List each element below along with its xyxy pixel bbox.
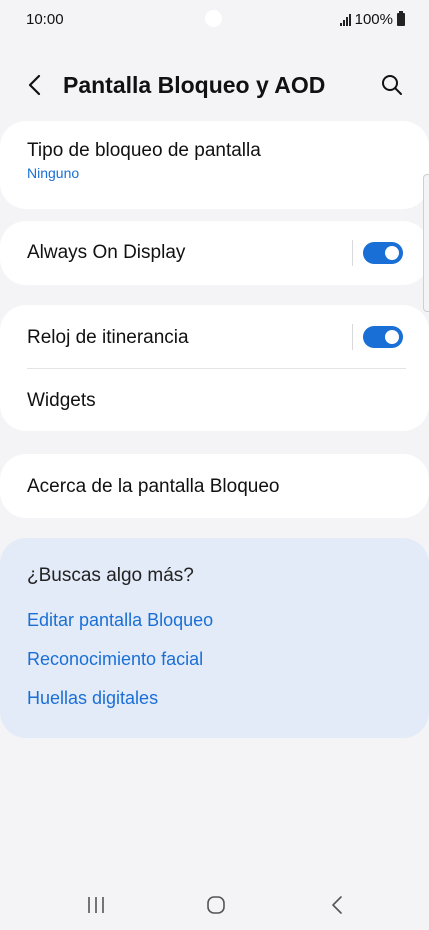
battery-icon xyxy=(397,11,405,26)
lock-type-row[interactable]: Tipo de bloqueo de pantalla Ninguno xyxy=(0,121,429,209)
aod-toggle[interactable] xyxy=(363,242,403,264)
clock-widgets-card: Reloj de itinerancia Widgets xyxy=(0,305,429,431)
link-edit-lock-screen[interactable]: Editar pantalla Bloqueo xyxy=(27,610,213,631)
aod-card: Always On Display xyxy=(0,221,429,285)
scrollbar-handle[interactable] xyxy=(423,174,429,312)
roaming-clock-divider xyxy=(352,324,353,350)
toggle-knob xyxy=(385,246,399,260)
suggestions-card: ¿Buscas algo más? Editar pantalla Bloque… xyxy=(0,538,429,738)
camera-cutout xyxy=(205,10,222,27)
about-title: Acerca de la pantalla Bloqueo xyxy=(27,476,280,497)
aod-divider xyxy=(352,240,353,266)
search-icon xyxy=(382,75,402,95)
suggestions-title: ¿Buscas algo más? xyxy=(27,565,194,586)
about-card: Acerca de la pantalla Bloqueo xyxy=(0,454,429,518)
roaming-clock-row[interactable]: Reloj de itinerancia xyxy=(0,305,429,369)
widgets-title: Widgets xyxy=(27,390,96,411)
battery-percentage: 100% xyxy=(354,11,393,28)
nav-back-button[interactable] xyxy=(317,890,357,920)
navigation-bar xyxy=(0,880,429,930)
home-button[interactable] xyxy=(196,890,236,920)
toggle-knob xyxy=(385,330,399,344)
lock-type-card: Tipo de bloqueo de pantalla Ninguno xyxy=(0,121,429,209)
aod-title: Always On Display xyxy=(27,242,186,263)
back-icon xyxy=(332,896,342,914)
page-title: Pantalla Bloqueo y AOD xyxy=(63,72,326,98)
widgets-row[interactable]: Widgets xyxy=(0,369,429,431)
home-icon xyxy=(207,896,225,914)
lock-type-value: Ninguno xyxy=(27,165,80,181)
chevron-left-icon xyxy=(28,74,41,96)
search-button[interactable] xyxy=(375,68,409,102)
link-face-recognition[interactable]: Reconocimiento facial xyxy=(27,649,203,670)
status-time: 10:00 xyxy=(26,11,64,28)
aod-row[interactable]: Always On Display xyxy=(0,221,429,285)
about-row[interactable]: Acerca de la pantalla Bloqueo xyxy=(0,454,429,518)
back-button[interactable] xyxy=(18,68,52,102)
status-indicators: 100% xyxy=(339,11,405,28)
recents-icon xyxy=(88,897,104,913)
link-fingerprints[interactable]: Huellas digitales xyxy=(27,688,158,709)
status-bar: 10:00 100% xyxy=(0,0,429,40)
app-bar: Pantalla Bloqueo y AOD xyxy=(0,60,429,112)
lock-type-title: Tipo de bloqueo de pantalla xyxy=(27,140,261,161)
signal-icon xyxy=(339,13,351,26)
roaming-clock-title: Reloj de itinerancia xyxy=(27,327,189,348)
recents-button[interactable] xyxy=(76,890,116,920)
roaming-clock-toggle[interactable] xyxy=(363,326,403,348)
